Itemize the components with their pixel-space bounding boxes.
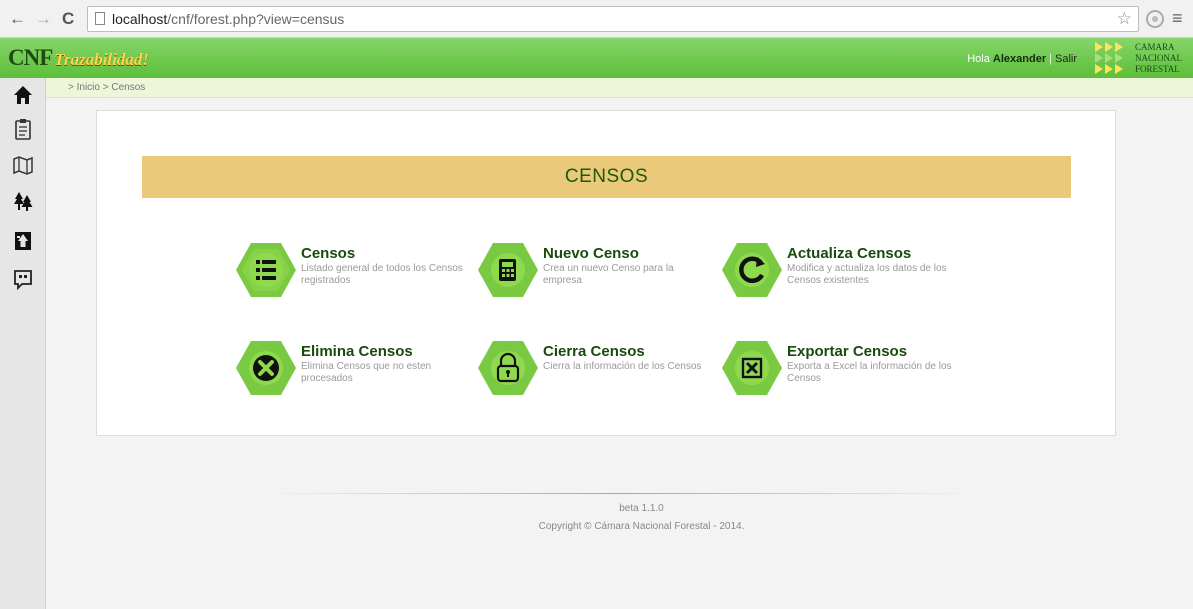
- quote-icon[interactable]: [13, 268, 33, 290]
- copyright-text: Copyright © Cámara Nacional Forestal - 2…: [538, 521, 745, 532]
- user-greeting: Hola Alexander | Salir: [967, 53, 1077, 65]
- page-title: CENSOS: [564, 166, 649, 187]
- tile-title: Actualiza Censos: [787, 245, 912, 262]
- list-icon: [236, 243, 296, 297]
- tile-exportar-censos[interactable]: Exportar Censos Exporta a Excel la infor…: [721, 337, 952, 407]
- main-panel: CENSOS Censos Listado general de todos l…: [96, 110, 1116, 436]
- logo-tagline: Trazabilidad!: [54, 50, 150, 69]
- tile-description: Modifica y actualiza los datos de los Ce…: [787, 263, 947, 286]
- tile-description: Listado general de todos los Censos regi…: [301, 263, 463, 286]
- tile-title: Censos: [301, 245, 356, 262]
- browser-menu-icon[interactable]: ≡: [1172, 8, 1183, 29]
- forest-sign-icon[interactable]: [13, 230, 33, 252]
- forward-arrow-icon[interactable]: →: [35, 10, 52, 28]
- version-label: beta 1.1.0: [0, 503, 1193, 514]
- app-header: CNF Trazabilidad! Hola Alexander | Salir CA…: [0, 38, 1193, 78]
- lock-icon: [478, 341, 538, 395]
- logo-cnf: CNF: [8, 45, 53, 70]
- footer-divider: [260, 493, 980, 494]
- tile-description: Cierra la información de los Censos: [543, 361, 702, 372]
- brand-line-2: NACIONAL: [1135, 53, 1182, 63]
- section-banner: CENSOS: [142, 156, 1071, 198]
- tile-description: Crea un nuevo Censo para la empresa: [543, 263, 674, 286]
- app-logo[interactable]: CNF Trazabilidad!: [8, 45, 149, 71]
- brand-line-3: FORESTAL: [1135, 64, 1180, 74]
- breadcrumb: > Inicio > Censos: [46, 78, 1193, 98]
- home-icon[interactable]: [13, 84, 33, 106]
- bookmark-star-icon[interactable]: ☆: [1117, 9, 1132, 29]
- greeting-separator: |: [1049, 53, 1052, 65]
- brand-line-1: CAMARA: [1135, 42, 1175, 52]
- refresh-icon: [722, 243, 782, 297]
- address-bar[interactable]: localhost/cnf/forest.php?view=census ☆: [87, 6, 1139, 32]
- excel-icon: [722, 341, 782, 395]
- back-arrow-icon[interactable]: ←: [9, 10, 26, 28]
- clipboard-icon[interactable]: [13, 118, 33, 140]
- url-text: localhost/cnf/forest.php?view=census: [112, 11, 345, 27]
- browser-toolbar: ← → C localhost/cnf/forest.php?view=cens…: [0, 0, 1193, 38]
- map-icon[interactable]: [13, 154, 33, 176]
- tile-nuevo-censo[interactable]: Nuevo Censo Crea un nuevo Censo para la …: [477, 239, 707, 309]
- tile-actualiza-censos[interactable]: Actualiza Censos Modifica y actualiza lo…: [721, 239, 951, 309]
- page-icon: [95, 12, 105, 25]
- logout-link[interactable]: Salir: [1055, 53, 1077, 65]
- tile-description: Exporta a Excel la información de los Ce…: [787, 361, 952, 384]
- extension-icon[interactable]: [1146, 10, 1164, 28]
- version-text: beta 1.1.0: [619, 503, 664, 514]
- reload-icon[interactable]: C: [62, 10, 74, 28]
- copyright: Copyright © Cámara Nacional Forestal - 2…: [0, 521, 1193, 532]
- tile-title: Cierra Censos: [543, 343, 645, 360]
- tile-cierra-censos[interactable]: Cierra Censos Cierra la información de l…: [477, 337, 707, 407]
- tile-censos[interactable]: Censos Listado general de todos los Cens…: [235, 239, 465, 309]
- tile-title: Elimina Censos: [301, 343, 413, 360]
- tile-title: Exportar Censos: [787, 343, 908, 360]
- breadcrumb-text[interactable]: > Inicio > Censos: [68, 82, 145, 93]
- user-name[interactable]: Alexander: [993, 53, 1046, 65]
- camara-nacional-forestal-logo: CAMARA NACIONAL FORESTAL: [1093, 41, 1189, 75]
- greeting-text: Hola: [967, 53, 990, 65]
- register-icon: [478, 243, 538, 297]
- tile-description: Elimina Censos que no esten procesados: [301, 361, 432, 384]
- tile-elimina-censos[interactable]: Elimina Censos Elimina Censos que no est…: [235, 337, 465, 407]
- trees-icon[interactable]: [13, 190, 33, 212]
- tile-title: Nuevo Censo: [543, 245, 639, 262]
- delete-icon: [236, 341, 296, 395]
